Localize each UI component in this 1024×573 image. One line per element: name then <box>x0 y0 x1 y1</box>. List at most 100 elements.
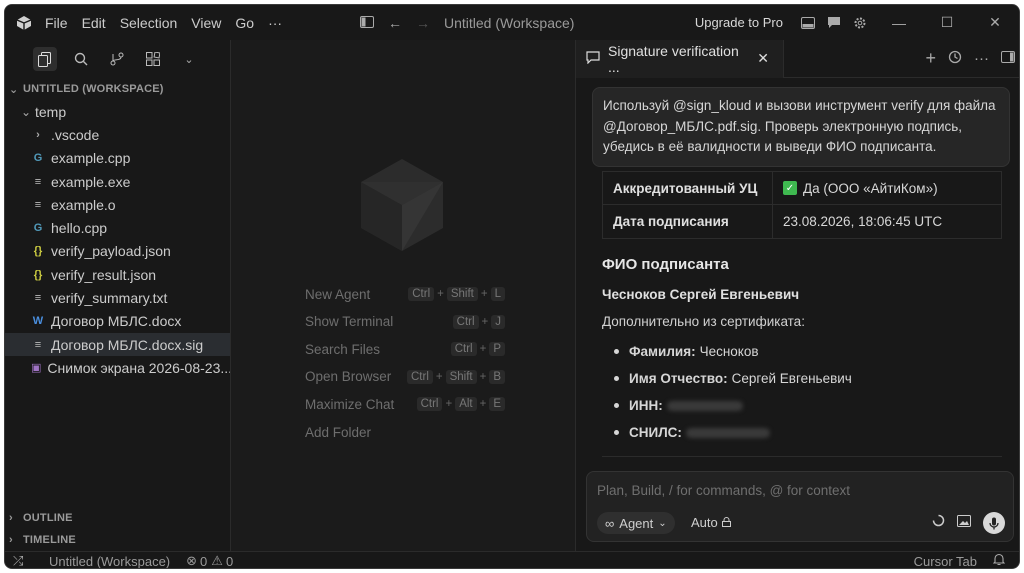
error-icon[interactable]: ⊗ <box>186 553 197 568</box>
shortcut-label: Add Folder <box>305 424 372 440</box>
key-cap: Ctrl <box>408 287 435 301</box>
shortcut-label: Show Terminal <box>305 314 394 330</box>
menu-view[interactable]: View <box>191 15 221 31</box>
menu-selection[interactable]: Selection <box>120 15 178 31</box>
file-item[interactable]: ≡ example.o <box>5 193 230 216</box>
layout-panel-icon[interactable] <box>797 12 819 34</box>
file-label: example.exe <box>51 173 131 190</box>
menu-go[interactable]: Go <box>235 15 254 31</box>
error-count[interactable]: 0 <box>200 554 207 569</box>
warning-count[interactable]: 0 <box>226 554 233 569</box>
menu-bar: File Edit Selection View Go ··· <box>45 15 296 31</box>
verification-table: Аккредитованный УЦ ✓ Да (ООО «АйтиКом») … <box>602 171 1002 239</box>
menu-edit[interactable]: Edit <box>82 15 106 31</box>
file-item[interactable]: {} verify_payload.json <box>5 240 230 263</box>
file-label: .vscode <box>51 126 100 143</box>
lines-file-icon: ≡ <box>34 175 42 188</box>
table-row: Дата подписания 23.08.2026, 18:06:45 UTC <box>603 205 1001 238</box>
chat-composer[interactable]: Plan, Build, / for commands, @ for conte… <box>586 471 1014 542</box>
shortcut-keys: Ctrl + Alt + E <box>416 397 505 412</box>
gear-icon[interactable] <box>849 12 871 34</box>
file-label: example.o <box>51 196 116 213</box>
chat-tab[interactable]: Signature verification ... ✕ <box>576 39 784 78</box>
forward-arrow-icon[interactable]: → <box>416 15 430 31</box>
upgrade-button[interactable]: Upgrade to Pro <box>695 15 783 30</box>
key-cap: Ctrl <box>416 397 443 412</box>
file-item[interactable]: ≡ Договор МБЛС.docx.sig <box>5 332 230 357</box>
cube-logo-icon <box>359 157 445 258</box>
microphone-icon[interactable] <box>983 512 1005 534</box>
bullet-dot <box>614 376 619 381</box>
file-item[interactable]: ≡ example.exe <box>5 170 230 193</box>
explorer-files-icon[interactable] <box>33 47 57 71</box>
chat-panel: Signature verification ... ✕ + ··· Испол… <box>575 39 1019 551</box>
bullet-value: Чесноков <box>699 344 759 359</box>
file-item[interactable]: Gexample.cpp <box>5 147 230 170</box>
agent-mode-dropdown[interactable]: ∞ Agent ⌄ <box>597 512 675 534</box>
shortcut-keys: Ctrl + J <box>452 314 505 329</box>
source-control-icon[interactable] <box>105 47 129 71</box>
chevron-down-icon[interactable]: ⌄ <box>177 47 201 71</box>
bullet-key: Фамилия: <box>629 344 696 359</box>
user-message[interactable]: Используй @sign_kloud и вызови инструмен… <box>592 87 1010 167</box>
composer-input[interactable]: Plan, Build, / for commands, @ for conte… <box>597 483 850 498</box>
certificate-details: Фамилия: Чесноков Имя Отчество: Сергей Е… <box>614 338 852 446</box>
plus-icon[interactable]: + <box>925 48 936 69</box>
folder-label: temp <box>35 103 67 120</box>
close-icon[interactable]: ✕ <box>757 50 769 67</box>
menu-more[interactable]: ··· <box>268 15 282 31</box>
shortcut-item[interactable]: Maximize Chat Ctrl + Alt + E <box>305 394 505 414</box>
file-item[interactable]: › .vscode <box>5 123 230 146</box>
folder-temp[interactable]: ⌄ temp <box>5 100 230 123</box>
title-bar: File Edit Selection View Go ··· ← → Unti… <box>5 5 1019 40</box>
extensions-icon[interactable] <box>141 47 165 71</box>
cursor-tab-status[interactable]: Cursor Tab <box>914 554 977 569</box>
redacted-value <box>666 400 743 411</box>
more-icon[interactable]: ··· <box>974 50 989 67</box>
maximize-button[interactable]: ☐ <box>923 5 971 40</box>
back-arrow-icon[interactable]: ← <box>388 15 402 31</box>
close-window-button[interactable]: ✕ <box>971 5 1019 40</box>
shortcut-label: New Agent <box>305 286 371 302</box>
bullet-dot <box>614 403 619 408</box>
redacted-value <box>685 427 770 438</box>
shortcut-item[interactable]: Add Folder <box>305 422 505 442</box>
file-item[interactable]: Ghello.cpp <box>5 216 230 239</box>
toggle-sidebar-icon[interactable] <box>360 15 374 31</box>
table-key: Аккредитованный УЦ <box>603 172 773 204</box>
workspace-section-header[interactable]: ⌄ UNTITLED (WORKSPACE) <box>5 78 230 100</box>
warning-icon[interactable]: ⚠ <box>211 553 223 568</box>
table-row: Аккредитованный УЦ ✓ Да (ООО «АйтиКом») <box>603 172 1001 205</box>
loading-spinner-icon <box>932 514 945 532</box>
plus-separator: + <box>479 398 487 411</box>
menu-file[interactable]: File <box>45 15 68 31</box>
search-icon[interactable] <box>69 47 93 71</box>
shortcut-item[interactable]: Search Files Ctrl + P <box>305 339 505 359</box>
status-workspace[interactable]: Untitled (Workspace) <box>49 554 170 569</box>
shortcut-item[interactable]: New Agent Ctrl + Shift + L <box>305 284 505 304</box>
file-item[interactable]: W Договор МБЛС.docx <box>5 310 230 333</box>
panel-toggle-icon[interactable] <box>1001 50 1015 67</box>
model-selector[interactable]: Auto <box>691 515 731 530</box>
remote-icon[interactable]: ⤮ <box>13 553 33 568</box>
shortcut-item[interactable]: Show Terminal Ctrl + J <box>305 312 505 332</box>
outline-section-header[interactable]: › OUTLINE <box>5 507 230 529</box>
image-icon[interactable] <box>957 514 971 532</box>
lines-file-icon: ≡ <box>34 338 42 351</box>
chat-bubble-icon[interactable] <box>823 12 845 34</box>
auto-label: Auto <box>691 515 718 530</box>
minimize-button[interactable]: — <box>875 5 923 40</box>
plus-separator: + <box>435 370 443 383</box>
bell-icon[interactable] <box>992 553 1006 568</box>
image-file-icon: ▣ <box>31 362 42 375</box>
timeline-section-header[interactable]: › TIMELINE <box>5 529 230 551</box>
file-item[interactable]: ≡ verify_summary.txt <box>5 286 230 309</box>
file-item[interactable]: ▣ Снимок экрана 2026-08-23... <box>5 356 230 379</box>
key-cap: Shift <box>446 287 478 301</box>
bullet-value: Сергей Евгеньевич <box>731 371 852 386</box>
chevron-down-icon: ⌄ <box>9 83 19 96</box>
history-icon[interactable] <box>948 50 962 68</box>
shortcut-item[interactable]: Open Browser Ctrl + Shift + B <box>305 367 505 387</box>
json-file-icon: {} <box>33 245 43 258</box>
file-item[interactable]: {} verify_result.json <box>5 263 230 286</box>
